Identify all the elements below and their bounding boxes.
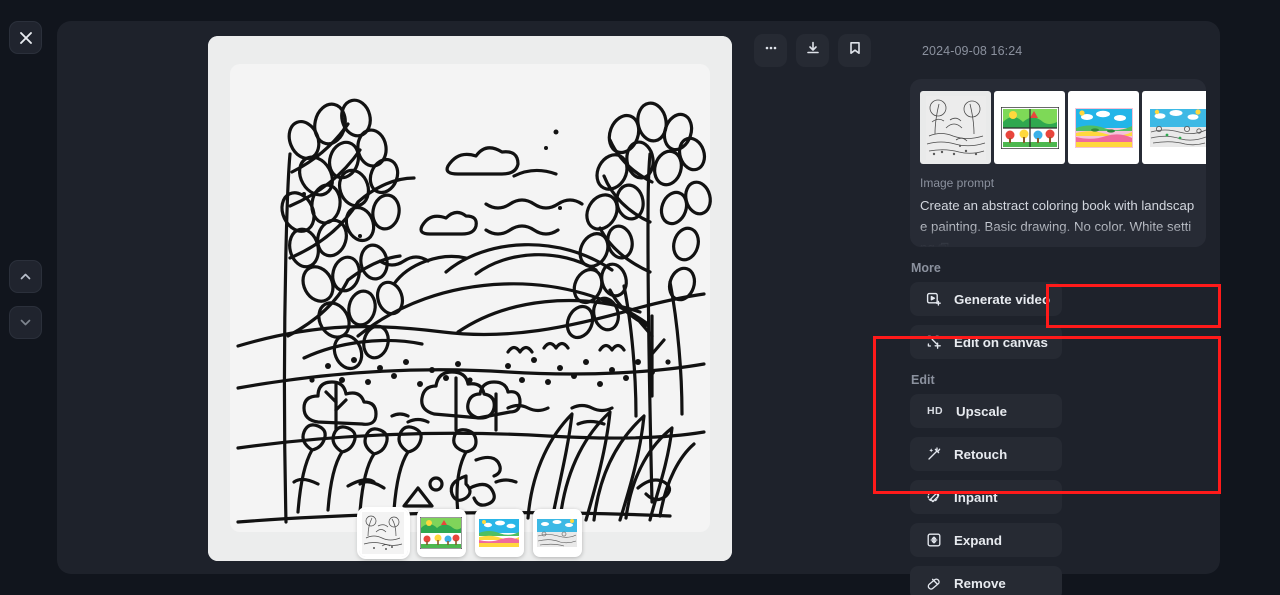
image-prompt-card: Image prompt Create an abstract coloring… bbox=[910, 79, 1206, 247]
video-plus-icon bbox=[926, 291, 942, 307]
brush-circle-icon bbox=[926, 489, 942, 505]
bookmark-icon bbox=[847, 40, 863, 61]
image-variation-strip bbox=[208, 504, 732, 562]
retouch-button[interactable]: Retouch bbox=[910, 437, 1062, 471]
expand-label: Expand bbox=[954, 532, 1003, 548]
chevron-down-icon bbox=[18, 315, 33, 330]
image-prompt-text: Create an abstract coloring book with la… bbox=[920, 195, 1196, 247]
variation-thumbnail-sketch-sky bbox=[536, 518, 578, 548]
image-toolbar bbox=[754, 34, 871, 67]
generate-video-button[interactable]: Generate video bbox=[910, 282, 1062, 316]
strip-thumb-1[interactable] bbox=[356, 507, 410, 559]
more-options-button[interactable] bbox=[754, 34, 787, 67]
eraser-icon bbox=[926, 575, 942, 591]
close-button[interactable] bbox=[9, 21, 42, 54]
prompt-thumb-2[interactable] bbox=[994, 91, 1065, 164]
prompt-thumbnail-lineart bbox=[925, 95, 986, 160]
remove-label: Remove bbox=[954, 575, 1006, 591]
prompt-thumb-1[interactable] bbox=[920, 91, 991, 164]
variation-thumbnail-bright-sky bbox=[478, 518, 520, 548]
image-prompt-label: Image prompt bbox=[920, 176, 995, 190]
retouch-label: Retouch bbox=[954, 446, 1008, 462]
variation-thumbnail-lineart bbox=[362, 512, 404, 554]
bookmark-button[interactable] bbox=[838, 34, 871, 67]
strip-thumb-4[interactable] bbox=[532, 509, 582, 557]
previous-image-button[interactable] bbox=[9, 260, 42, 293]
edit-on-canvas-label: Edit on canvas bbox=[954, 334, 1048, 350]
remove-button[interactable]: Remove bbox=[910, 566, 1062, 595]
section-title-edit: Edit bbox=[911, 373, 935, 387]
close-icon bbox=[19, 31, 33, 45]
strip-thumb-2[interactable] bbox=[416, 509, 466, 557]
inpaint-button[interactable]: Inpaint bbox=[910, 480, 1062, 514]
canvas-transform-icon bbox=[926, 334, 942, 350]
variation-thumbnail-color-blocks bbox=[420, 517, 462, 549]
download-icon bbox=[805, 40, 821, 61]
prompt-thumb-3[interactable] bbox=[1068, 91, 1139, 164]
upscale-button[interactable]: HD Upscale bbox=[910, 394, 1062, 428]
prompt-thumbnail-color-blocks bbox=[1000, 106, 1059, 149]
prompt-thumb-4[interactable] bbox=[1142, 91, 1206, 164]
detail-sidebar: 2024-09-08 16:24 Image prompt Create an … bbox=[896, 21, 1220, 595]
image-timestamp: 2024-09-08 16:24 bbox=[922, 44, 1023, 58]
ellipsis-icon bbox=[763, 40, 779, 61]
expand-button[interactable]: Expand bbox=[910, 523, 1062, 557]
image-detail-view: 2024-09-08 16:24 Image prompt Create an … bbox=[0, 0, 1280, 595]
prompt-thumbnail-sketch-sky bbox=[1148, 107, 1206, 148]
prompt-reference-thumbnails bbox=[920, 91, 1206, 164]
chevron-up-icon bbox=[18, 269, 33, 284]
prompt-thumbnail-bright-sky bbox=[1074, 107, 1133, 148]
expand-square-icon bbox=[926, 532, 942, 548]
edit-on-canvas-button[interactable]: Edit on canvas bbox=[910, 325, 1062, 359]
download-button[interactable] bbox=[796, 34, 829, 67]
strip-thumb-3[interactable] bbox=[474, 509, 524, 557]
more-actions-group: Generate video Edit on canvas bbox=[910, 282, 1206, 359]
main-image[interactable] bbox=[208, 36, 732, 561]
prompt-body: Create an abstract coloring book with la… bbox=[920, 198, 1195, 247]
detail-panel: 2024-09-08 16:24 Image prompt Create an … bbox=[57, 21, 1220, 595]
magic-wand-icon bbox=[926, 446, 942, 462]
coloring-book-artwork bbox=[208, 36, 732, 561]
copy-icon[interactable] bbox=[938, 238, 949, 247]
inpaint-label: Inpaint bbox=[954, 489, 998, 505]
section-title-more: More bbox=[911, 261, 941, 275]
generate-video-label: Generate video bbox=[954, 291, 1051, 307]
hd-icon: HD bbox=[927, 405, 943, 417]
upscale-label: Upscale bbox=[956, 403, 1007, 419]
edit-actions-group: Edit HD Upscale Retouch Inpaint Expand R… bbox=[899, 365, 1217, 595]
next-image-button[interactable] bbox=[9, 306, 42, 339]
